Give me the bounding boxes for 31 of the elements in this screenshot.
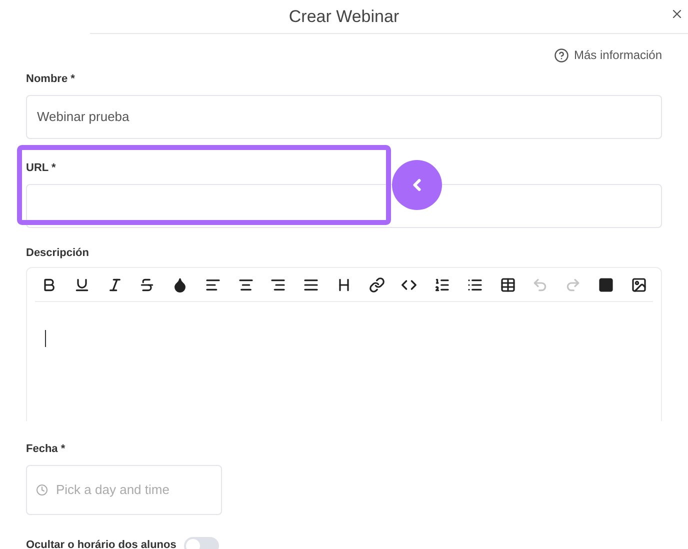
field-label: Fecha * xyxy=(26,442,66,457)
field-label: Descripción xyxy=(26,246,90,260)
align-center-button[interactable] xyxy=(238,276,254,292)
toggle-label: Ocultar o horário dos alunos xyxy=(26,538,176,549)
close-button[interactable] xyxy=(670,7,684,21)
ordered-list-button[interactable] xyxy=(434,276,450,292)
align-right-button[interactable] xyxy=(270,276,286,292)
align-left-button[interactable] xyxy=(204,276,221,292)
clock-icon xyxy=(36,484,48,496)
italic-button[interactable] xyxy=(106,276,123,292)
help-link[interactable]: Más información xyxy=(554,46,662,64)
date-field[interactable]: Pick a day and time xyxy=(26,464,222,514)
url-field[interactable] xyxy=(26,184,662,228)
square-button[interactable] xyxy=(598,276,614,292)
toggle-switch[interactable] xyxy=(184,536,220,549)
collapse-button[interactable] xyxy=(392,160,442,210)
droplet-button[interactable] xyxy=(172,276,188,292)
help-icon xyxy=(554,48,569,62)
underline-button[interactable] xyxy=(74,276,90,292)
bold-button[interactable] xyxy=(41,276,57,292)
name-field[interactable]: Webinar prueba xyxy=(26,94,662,138)
text-cursor xyxy=(45,330,46,347)
field-label: Nombre * xyxy=(26,72,76,87)
table-button[interactable] xyxy=(500,276,516,292)
bullet-list-button[interactable] xyxy=(466,276,483,292)
link-button[interactable] xyxy=(368,276,385,292)
dialog-title: Crear Webinar xyxy=(288,6,400,28)
image-button[interactable] xyxy=(630,276,647,292)
justify-button[interactable] xyxy=(303,276,320,292)
field-label: URL * xyxy=(26,160,56,176)
strikethrough-button[interactable] xyxy=(139,276,156,292)
